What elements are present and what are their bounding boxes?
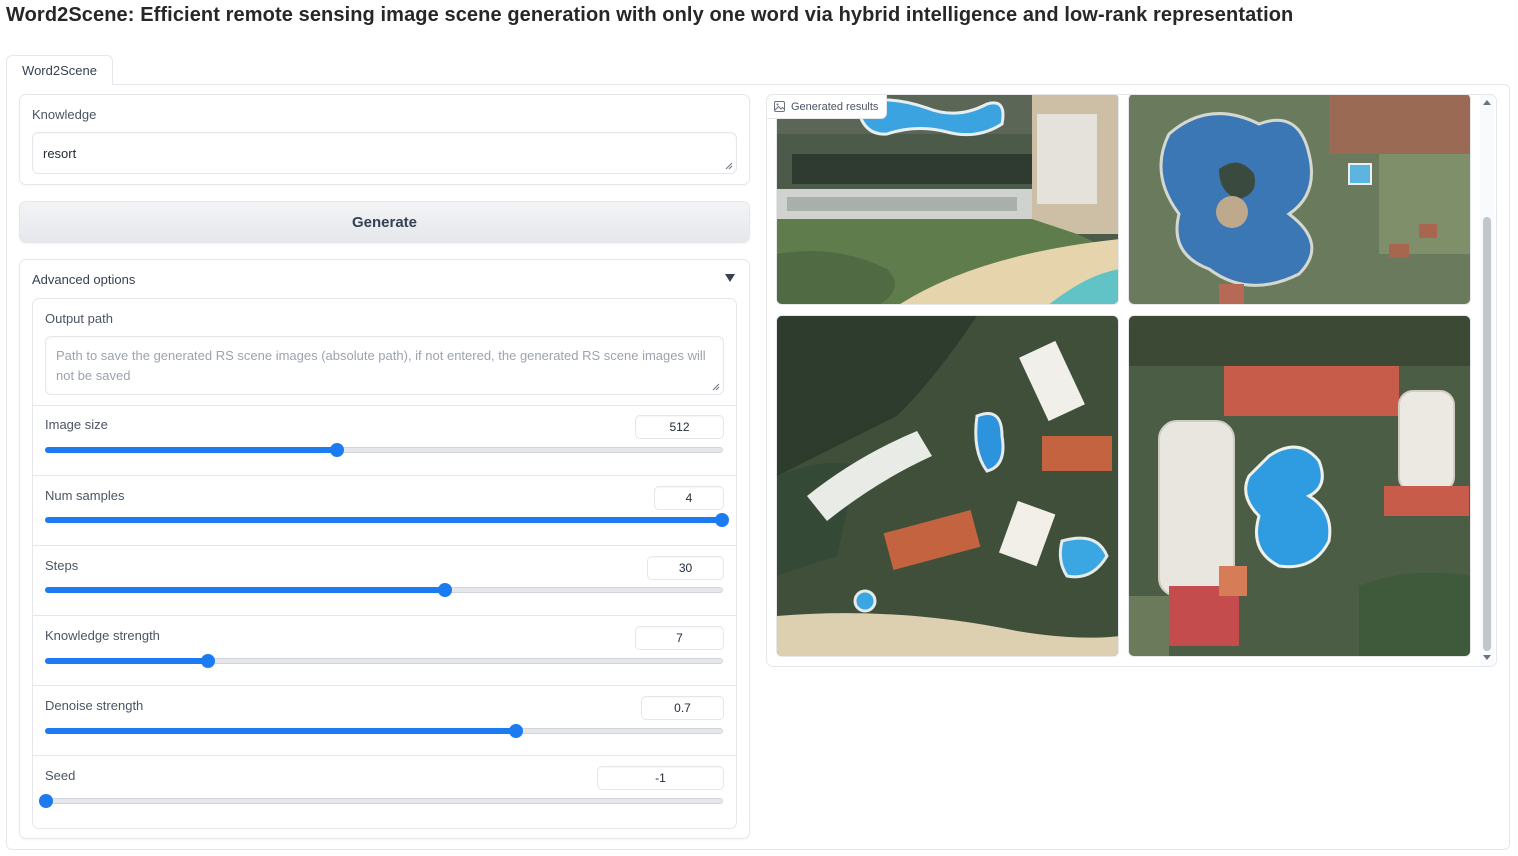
advanced-options-panel: Advanced options Output path Path to sav… <box>19 259 750 839</box>
slider-label: Knowledge strength <box>45 628 160 643</box>
slider-label: Steps <box>45 558 79 573</box>
num-samples-slider[interactable] <box>45 513 729 527</box>
scroll-up-icon[interactable] <box>1483 100 1491 105</box>
generated-image-2[interactable] <box>1128 95 1471 305</box>
slider-thumb[interactable] <box>39 794 53 808</box>
slider-thumb[interactable] <box>437 583 452 597</box>
generated-results-gallery: Generated results <box>766 94 1497 667</box>
knowledge-strength-slider[interactable] <box>45 654 723 668</box>
generated-image-1[interactable] <box>776 95 1119 305</box>
num-samples-row: Num samples 4 <box>33 476 736 546</box>
tab-word2scene[interactable]: Word2Scene <box>6 55 113 85</box>
slider-thumb[interactable] <box>508 724 523 738</box>
advanced-options-body: Output path Path to save the generated R… <box>32 298 737 829</box>
slider-fill <box>45 447 336 453</box>
page-title: Word2Scene: Efficient remote sensing ima… <box>6 4 1294 26</box>
slider-label: Image size <box>45 417 108 432</box>
image-icon <box>774 101 785 112</box>
slider-fill <box>45 517 721 523</box>
slider-label: Num samples <box>45 488 125 503</box>
knowledge-label: Knowledge <box>32 107 97 122</box>
slider-fill <box>45 728 515 734</box>
output-path-row: Output path Path to save the generated R… <box>33 299 736 406</box>
output-path-input[interactable]: Path to save the generated RS scene imag… <box>45 336 724 395</box>
generated-image-4[interactable] <box>1128 315 1471 657</box>
resort-aerial-image <box>777 95 1118 304</box>
seed-row: Seed -1 <box>33 756 736 828</box>
num-samples-number[interactable]: 4 <box>654 486 724 510</box>
resort-aerial-image <box>1129 95 1470 304</box>
slider-label: Denoise strength <box>45 698 144 713</box>
denoise-strength-row: Denoise strength 0.7 <box>33 686 736 756</box>
output-path-label: Output path <box>45 311 113 326</box>
gallery-label-text: Generated results <box>791 100 879 113</box>
gallery-label: Generated results <box>767 95 888 119</box>
slider-thumb[interactable] <box>329 443 344 457</box>
resize-handle-icon[interactable] <box>725 162 733 170</box>
slider-fill <box>45 587 444 593</box>
scroll-thumb[interactable] <box>1483 217 1491 651</box>
advanced-options-toggle[interactable]: Advanced options <box>32 272 135 287</box>
knowledge-strength-number[interactable]: 7 <box>635 626 724 650</box>
steps-number[interactable]: 30 <box>647 556 724 580</box>
seed-number[interactable]: -1 <box>597 766 724 790</box>
knowledge-input[interactable]: resort <box>32 132 737 174</box>
slider-thumb[interactable] <box>715 513 729 527</box>
seed-slider[interactable] <box>39 794 723 808</box>
slider-label: Seed <box>45 768 76 783</box>
knowledge-strength-row: Knowledge strength 7 <box>33 616 736 686</box>
caret-down-icon[interactable] <box>725 274 735 282</box>
denoise-strength-slider[interactable] <box>45 724 723 738</box>
steps-row: Steps 30 <box>33 546 736 616</box>
resort-aerial-image <box>777 316 1118 656</box>
scroll-down-icon[interactable] <box>1483 655 1491 660</box>
image-size-slider[interactable] <box>45 443 723 457</box>
image-size-row: Image size 512 <box>33 406 736 476</box>
generate-button[interactable]: Generate <box>19 201 750 243</box>
steps-slider[interactable] <box>45 583 723 597</box>
gallery-scrollbar[interactable] <box>1480 95 1494 666</box>
generated-image-3[interactable] <box>776 315 1119 657</box>
knowledge-value: resort <box>43 146 77 161</box>
slider-fill <box>45 658 208 664</box>
image-size-number[interactable]: 512 <box>635 415 724 439</box>
output-path-placeholder: Path to save the generated RS scene imag… <box>56 348 706 383</box>
denoise-strength-number[interactable]: 0.7 <box>641 696 724 720</box>
slider-thumb[interactable] <box>201 654 216 668</box>
resize-handle-icon[interactable] <box>712 383 720 391</box>
resort-aerial-image <box>1129 316 1470 656</box>
knowledge-block: Knowledge resort <box>19 94 750 185</box>
